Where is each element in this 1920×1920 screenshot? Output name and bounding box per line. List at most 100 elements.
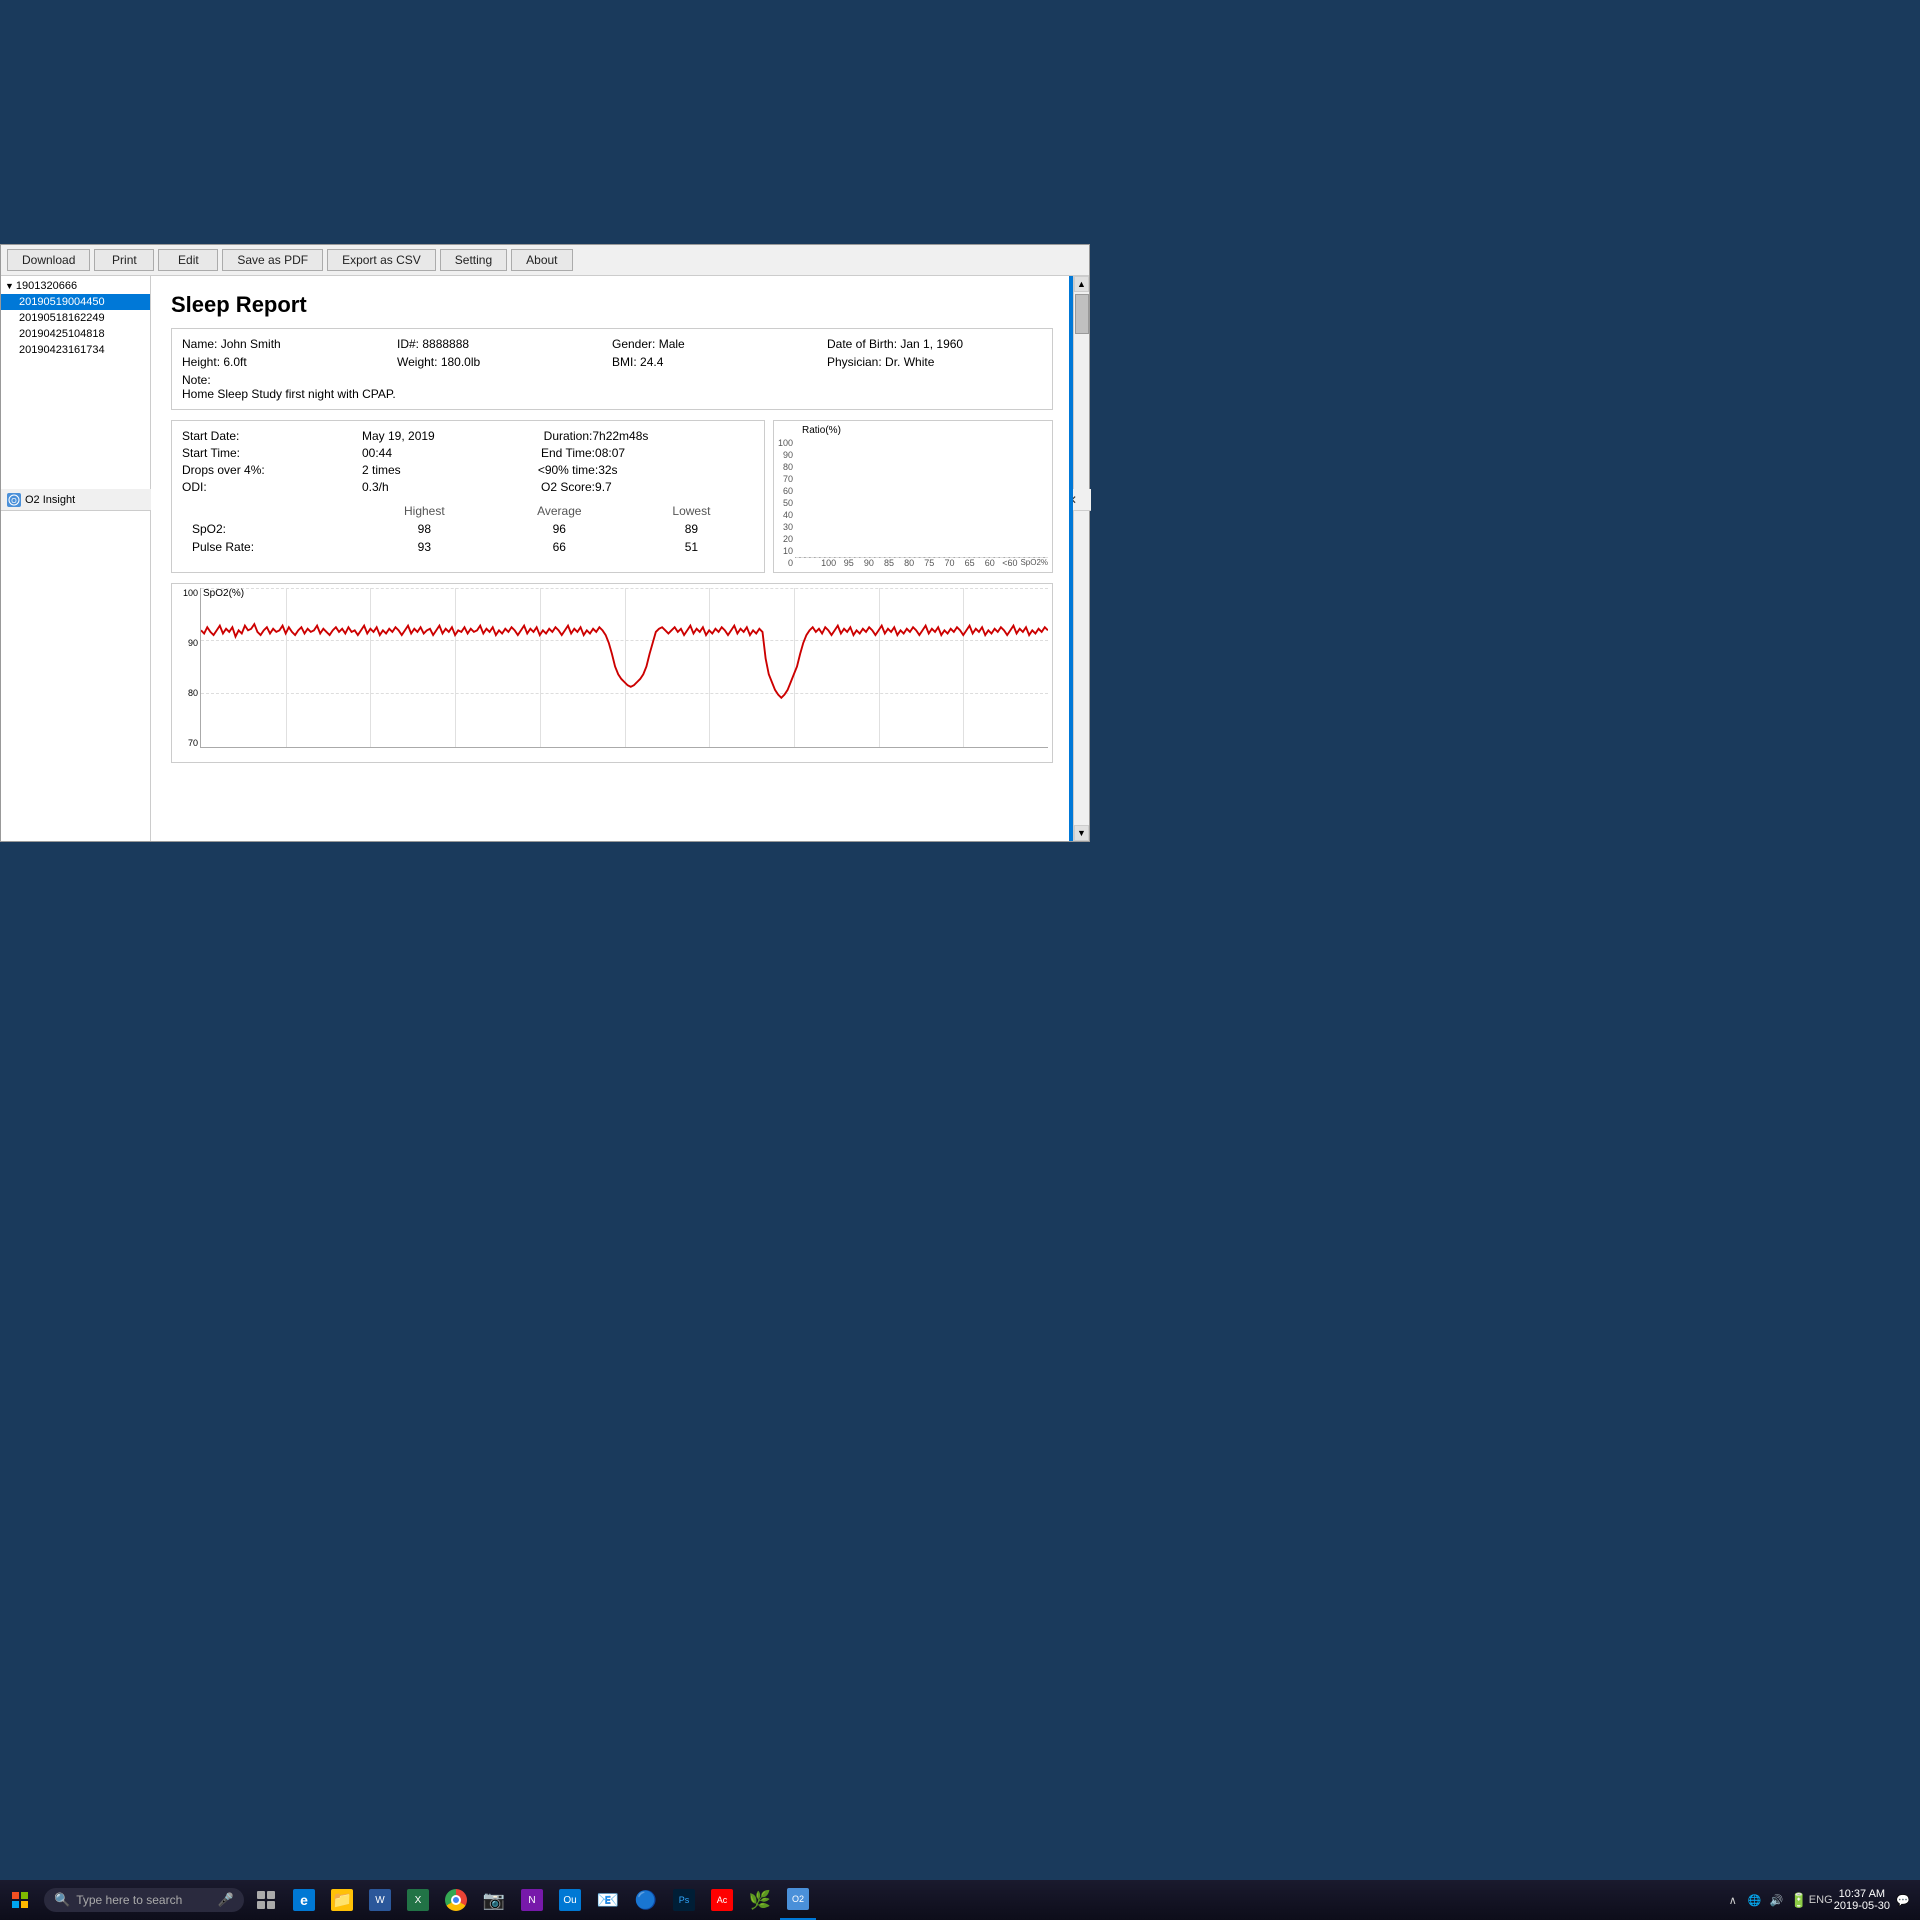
scrollbar-down-button[interactable]: ▼ bbox=[1074, 825, 1089, 841]
stats-left: Start Date: May 19, 2019 Duration: 7h22m… bbox=[171, 420, 765, 573]
file-explorer-icon[interactable]: 📁 bbox=[324, 1880, 360, 1920]
ratio-x-95: 95 bbox=[839, 558, 858, 568]
below90-value: 32s bbox=[598, 463, 754, 477]
edge-icon[interactable]: e bbox=[286, 1880, 322, 1920]
spo2-label: SpO2: bbox=[182, 520, 359, 538]
ratio-chart-title: Ratio(%) bbox=[778, 425, 1048, 436]
toolbar: Download Print Edit Save as PDF Export a… bbox=[1, 245, 1089, 276]
spo2-lowest: 89 bbox=[629, 520, 754, 538]
notification-icon[interactable]: 💬 bbox=[1894, 1891, 1912, 1909]
onenote-icon[interactable]: N bbox=[514, 1880, 550, 1920]
photoshop-icon[interactable]: Ps bbox=[666, 1880, 702, 1920]
duration-value: 7h22m48s bbox=[592, 429, 754, 443]
mic-icon: 🎤 bbox=[218, 1892, 234, 1908]
stats-table-section: Highest Average Lowest SpO2: 98 96 bbox=[182, 502, 754, 556]
acrobat-icon[interactable]: Ac bbox=[704, 1880, 740, 1920]
ratio-y-100: 100 bbox=[778, 438, 793, 448]
physician-label: Physician: bbox=[827, 355, 882, 369]
ratio-x-labels: 100 95 90 85 80 75 70 65 60 <60 SpO2% bbox=[795, 558, 1048, 568]
odi-label: ODI: bbox=[182, 480, 362, 494]
spo2-average: 96 bbox=[490, 520, 629, 538]
sidebar-parent[interactable]: ▼ 1901320666 bbox=[1, 278, 150, 294]
download-button[interactable]: Download bbox=[7, 249, 90, 271]
search-placeholder: Type here to search bbox=[76, 1893, 182, 1907]
chrome-icon[interactable] bbox=[438, 1880, 474, 1920]
pulse-lowest: 51 bbox=[629, 538, 754, 556]
ratio-x-lt60: <60 bbox=[1000, 558, 1019, 568]
sidebar-item-2[interactable]: 20190425104818 bbox=[1, 326, 150, 342]
ratio-y-70: 70 bbox=[778, 474, 793, 484]
stats-container: Start Date: May 19, 2019 Duration: 7h22m… bbox=[171, 420, 1053, 573]
patient-name-cell: Name: John Smith bbox=[182, 337, 397, 351]
print-button[interactable]: Print bbox=[94, 249, 154, 271]
ratio-x-100: 100 bbox=[819, 558, 838, 568]
scrollbar-thumb[interactable] bbox=[1075, 294, 1089, 334]
setting-button[interactable]: Setting bbox=[440, 249, 507, 271]
about-button[interactable]: About bbox=[511, 249, 572, 271]
search-icon: 🔍 bbox=[54, 1892, 70, 1908]
start-time-row: Start Time: 00:44 End Time: 08:07 bbox=[182, 446, 754, 460]
ratio-y-30: 30 bbox=[778, 522, 793, 532]
scrollbar-up-button[interactable]: ▲ bbox=[1074, 276, 1089, 292]
outlook-icon[interactable]: Ou bbox=[552, 1880, 588, 1920]
o2score-value: 9.7 bbox=[595, 480, 754, 494]
excel-icon[interactable]: X bbox=[400, 1880, 436, 1920]
app9-icon[interactable]: 📧 bbox=[590, 1880, 626, 1920]
ratio-y-10: 10 bbox=[778, 546, 793, 556]
sidebar-item-1[interactable]: 20190518162249 bbox=[1, 310, 150, 326]
taskbar-search[interactable]: 🔍 Type here to search 🎤 bbox=[44, 1888, 244, 1912]
sidebar-item-0[interactable]: 20190519004450 bbox=[1, 294, 150, 310]
volume-icon[interactable]: 🔊 bbox=[1768, 1891, 1786, 1909]
photos-icon[interactable]: 📷 bbox=[476, 1880, 512, 1920]
start-date-label: Start Date: bbox=[182, 429, 362, 443]
main-area: ▼ 1901320666 20190519004450 201905181622… bbox=[1, 276, 1089, 841]
report-area[interactable]: Sleep Report Name: John Smith ID#: 88888… bbox=[151, 276, 1073, 841]
odi-value: 0.3/h bbox=[362, 480, 521, 494]
sidebar-item-3[interactable]: 20190423161734 bbox=[1, 342, 150, 358]
patient-note-row: Note: bbox=[182, 373, 1042, 387]
vertical-scrollbar[interactable]: ▲ ▼ bbox=[1073, 276, 1089, 841]
start-date-value: May 19, 2019 bbox=[362, 429, 524, 443]
end-time-label: End Time: bbox=[541, 446, 595, 460]
save-pdf-button[interactable]: Save as PDF bbox=[222, 249, 323, 271]
app13-icon[interactable]: 🌿 bbox=[742, 1880, 778, 1920]
lang-indicator[interactable]: ENG bbox=[1812, 1891, 1830, 1909]
patient-id-cell: ID#: 8888888 bbox=[397, 337, 612, 351]
gender-value: Male bbox=[659, 337, 685, 351]
ratio-x-75: 75 bbox=[920, 558, 939, 568]
o2insight-taskbar-icon[interactable]: O2 bbox=[780, 1880, 816, 1920]
patient-dob-cell: Date of Birth: Jan 1, 1960 bbox=[827, 337, 1042, 351]
app-window: O O2 Insight — ❐ ✕ Download Print Edit S… bbox=[0, 244, 1090, 842]
app10-icon[interactable]: 🔵 bbox=[628, 1880, 664, 1920]
spo2-y-axis: 100 90 80 70 bbox=[176, 588, 200, 748]
stats-table: Highest Average Lowest SpO2: 98 96 bbox=[182, 502, 754, 556]
ratio-chart-box: Ratio(%) 100 90 80 70 60 50 40 30 20 bbox=[773, 420, 1053, 573]
stats-col-label bbox=[182, 502, 359, 520]
spo2-y-80: 80 bbox=[176, 688, 198, 698]
spo2-plot: SpO2(%) bbox=[200, 588, 1048, 748]
name-value: John Smith bbox=[221, 337, 281, 351]
dob-value: Jan 1, 1960 bbox=[900, 337, 963, 351]
taskbar-clock[interactable]: 10:37 AM 2019-05-30 bbox=[1834, 1888, 1890, 1912]
battery-icon[interactable]: 🔋 bbox=[1790, 1891, 1808, 1909]
spo2-highest: 98 bbox=[359, 520, 490, 538]
export-csv-button[interactable]: Export as CSV bbox=[327, 249, 436, 271]
patient-gender-cell: Gender: Male bbox=[612, 337, 827, 351]
patient-weight-cell: Weight: 180.0lb bbox=[397, 355, 612, 369]
taskview-button[interactable] bbox=[248, 1880, 284, 1920]
weight-label: Weight: bbox=[397, 355, 437, 369]
scrollbar-track[interactable] bbox=[1074, 336, 1089, 825]
start-date-row: Start Date: May 19, 2019 Duration: 7h22m… bbox=[182, 429, 754, 443]
word-icon[interactable]: W bbox=[362, 1880, 398, 1920]
start-time-label: Start Time: bbox=[182, 446, 362, 460]
pulse-label: Pulse Rate: bbox=[182, 538, 359, 556]
start-button[interactable] bbox=[0, 1880, 40, 1920]
spo2-y-70: 70 bbox=[176, 738, 198, 748]
weight-value: 180.0lb bbox=[441, 355, 480, 369]
sidebar-group: ▼ 1901320666 20190519004450 201905181622… bbox=[1, 276, 150, 360]
up-arrow-icon[interactable]: ∧ bbox=[1724, 1891, 1742, 1909]
edit-button[interactable]: Edit bbox=[158, 249, 218, 271]
ratio-y-50: 50 bbox=[778, 498, 793, 508]
network-icon[interactable]: 🌐 bbox=[1746, 1891, 1764, 1909]
ratio-x-80: 80 bbox=[900, 558, 919, 568]
